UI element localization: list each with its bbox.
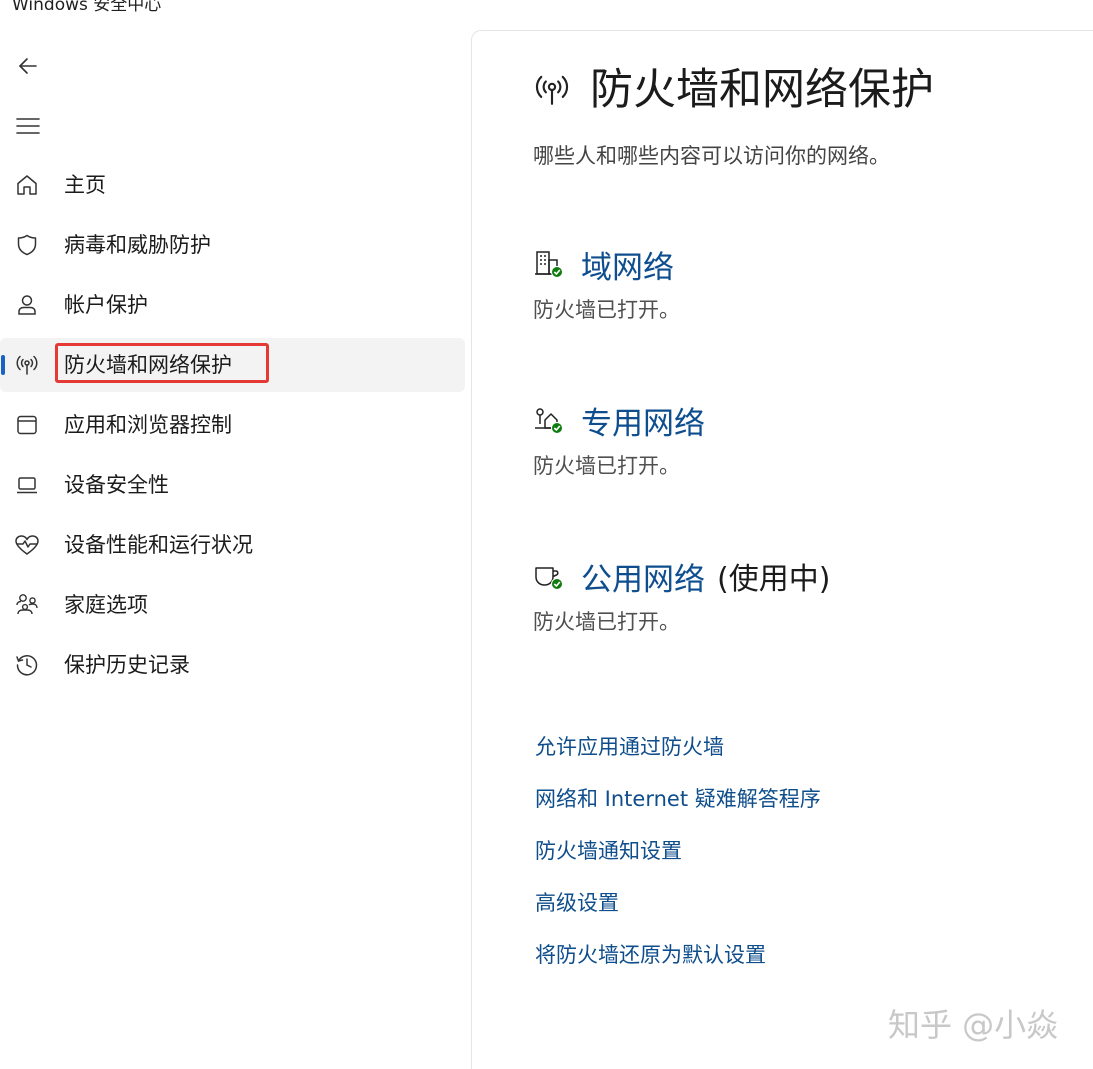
selection-indicator [1, 355, 5, 375]
network-private: 专用网络 防火墙已打开。 [533, 398, 705, 480]
sidebar-item-label: 应用和浏览器控制 [64, 413, 232, 437]
advanced-settings-link[interactable]: 高级设置 [535, 886, 821, 938]
sidebar-item-label: 设备安全性 [64, 473, 169, 497]
sidebar-item-label: 设备性能和运行状况 [64, 533, 253, 557]
sidebar-item-device-security[interactable]: 设备安全性 [0, 458, 465, 512]
sidebar-item-firewall[interactable]: 防火墙和网络保护 [0, 338, 465, 392]
selection-indicator [1, 235, 5, 255]
network-status: 防火墙已打开。 [533, 298, 680, 322]
arrow-left-icon [19, 58, 37, 74]
heart-pulse-icon [14, 532, 40, 558]
public-network-icon [533, 560, 565, 592]
sidebar-item-label: 主页 [64, 173, 106, 197]
network-name-link[interactable]: 公用网络 [581, 554, 705, 599]
selection-indicator [1, 175, 5, 195]
selection-indicator [1, 415, 5, 435]
laptop-icon [14, 472, 40, 498]
sidebar-nav: 主页 病毒和威胁防护 帐户保护 防火墙和网络保护 应用和浏览器控制 设备安全性 … [0, 158, 466, 698]
network-domain: 域网络 防火墙已打开。 [533, 242, 680, 324]
shield-icon [14, 232, 40, 258]
selection-indicator [1, 655, 5, 675]
allow-app-through-firewall-link[interactable]: 允许应用通过防火墙 [535, 730, 821, 782]
watermark-text: 知乎 @小焱 [888, 1006, 1059, 1044]
app-title: Windows 安全中心 [12, 0, 162, 15]
sidebar-item-label: 帐户保护 [64, 293, 148, 317]
network-status: 防火墙已打开。 [533, 454, 680, 478]
app-window-icon [14, 412, 40, 438]
wireless-antenna-icon [532, 70, 572, 110]
sidebar-item-protection-history[interactable]: 保护历史记录 [0, 638, 465, 692]
restore-firewall-defaults-link[interactable]: 将防火墙还原为默认设置 [535, 938, 821, 990]
family-icon [14, 592, 40, 618]
sidebar-item-label: 家庭选项 [64, 593, 148, 617]
selection-indicator [1, 475, 5, 495]
home-icon [14, 172, 40, 198]
network-in-use-label: (使用中) [717, 562, 831, 597]
page-header: 防火墙和网络保护 [532, 62, 934, 118]
back-button[interactable] [14, 52, 42, 80]
network-status: 防火墙已打开。 [533, 610, 680, 634]
firewall-notification-settings-link[interactable]: 防火墙通知设置 [535, 834, 821, 886]
sidebar-item-family-options[interactable]: 家庭选项 [0, 578, 465, 632]
selection-indicator [1, 295, 5, 315]
sidebar-item-label: 保护历史记录 [64, 653, 190, 677]
network-troubleshooter-link[interactable]: 网络和 Internet 疑难解答程序 [535, 782, 821, 834]
sidebar-item-device-performance[interactable]: 设备性能和运行状况 [0, 518, 465, 572]
wireless-antenna-icon [14, 352, 40, 378]
sidebar-item-label: 病毒和威胁防护 [64, 233, 211, 257]
domain-network-icon [533, 248, 565, 280]
selection-indicator [1, 535, 5, 555]
sidebar-item-home[interactable]: 主页 [0, 158, 465, 212]
sidebar-item-account-protection[interactable]: 帐户保护 [0, 278, 465, 332]
menu-button[interactable] [14, 112, 42, 140]
related-links: 允许应用通过防火墙 网络和 Internet 疑难解答程序 防火墙通知设置 高级… [535, 730, 821, 990]
security-center-window: Windows 安全中心 主页 病毒和威胁防护 帐户保护 防火墙和网络保护 应用… [0, 0, 1093, 1069]
sidebar-item-virus-protection[interactable]: 病毒和威胁防护 [0, 218, 465, 272]
network-name-link[interactable]: 专用网络 [581, 398, 705, 443]
network-name-link[interactable]: 域网络 [581, 242, 674, 287]
network-public: 公用网络 (使用中) 防火墙已打开。 [533, 554, 830, 636]
sidebar-item-label: 防火墙和网络保护 [64, 353, 232, 377]
page-subtitle: 哪些人和哪些内容可以访问你的网络。 [533, 144, 890, 168]
page-title: 防火墙和网络保护 [590, 65, 934, 115]
sidebar-item-app-browser-control[interactable]: 应用和浏览器控制 [0, 398, 465, 452]
selection-indicator [1, 595, 5, 615]
private-network-icon [533, 404, 565, 436]
person-icon [14, 292, 40, 318]
hamburger-menu-icon [16, 118, 40, 134]
history-icon [14, 652, 40, 678]
